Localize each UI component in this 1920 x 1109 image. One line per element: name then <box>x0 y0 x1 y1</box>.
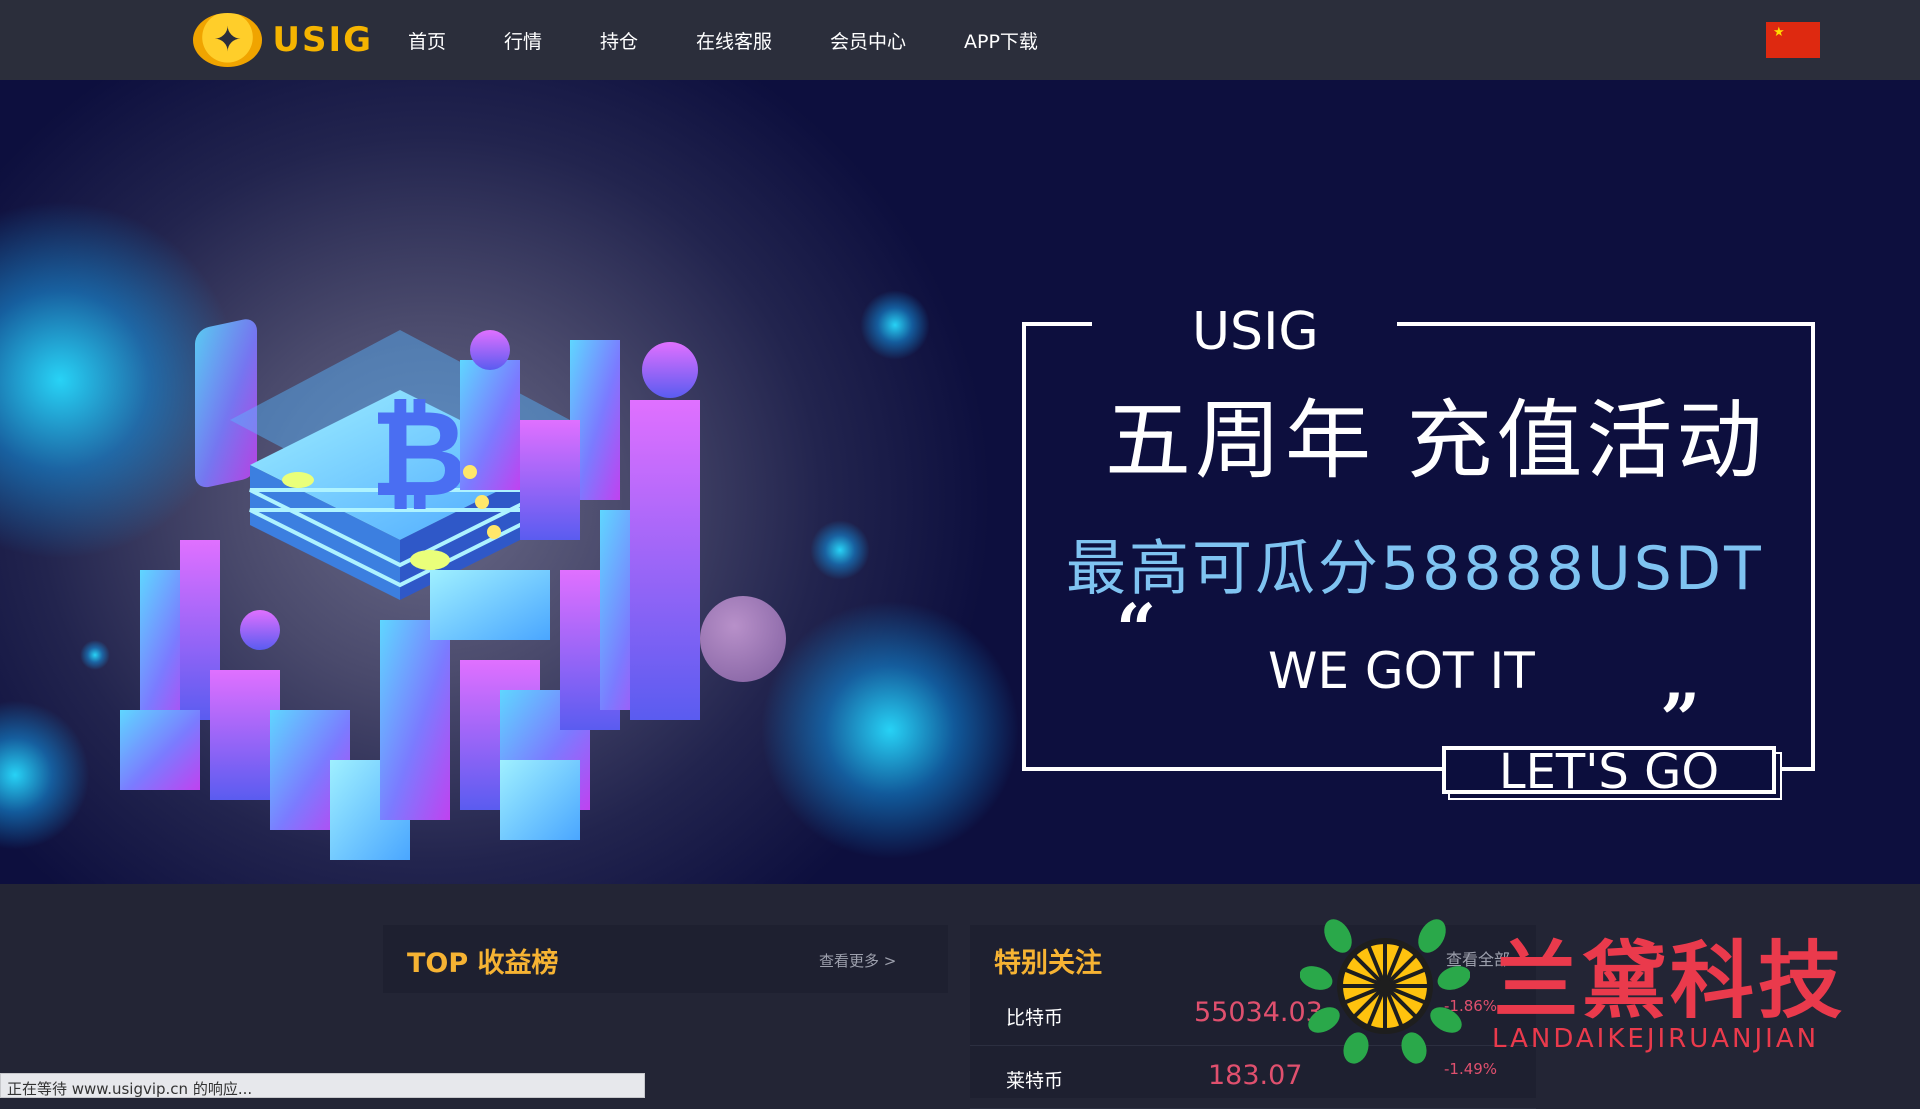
nav-app-download[interactable]: APP下载 <box>964 27 1084 54</box>
promo-banner[interactable]: ₿ USIG 五周年 充值活动 最高可瓜分58888USDT “ WE GOT … <box>0 80 1920 884</box>
nav-market[interactable]: 行情 <box>504 27 600 54</box>
watermark-logo: 兰黛科技 LANDAIKEJIRUANJIAN <box>1296 906 1896 1066</box>
brand-name: USIG <box>272 20 373 60</box>
nav-home[interactable]: 首页 <box>408 27 504 54</box>
logo-star-icon <box>193 13 263 67</box>
promo-subtitle: 最高可瓜分58888USDT <box>1066 534 1764 604</box>
orange-slice-emblem-icon <box>1300 919 1470 1064</box>
frame-edge <box>1397 322 1815 326</box>
brand-logo[interactable]: USIG <box>193 12 373 68</box>
top-earnings-panel: TOP 收益榜 查看更多 > <box>383 925 948 993</box>
decor-glow <box>0 700 90 850</box>
top-navbar: USIG 首页 行情 持仓 在线客服 会员中心 APP下载 ★ <box>0 0 1920 80</box>
promo-title: 五周年 充值活动 <box>1105 391 1767 491</box>
promo-tagline: WE GOT IT <box>1268 642 1535 700</box>
special-watch-title: 特别关注 <box>994 948 1102 979</box>
nav-positions[interactable]: 持仓 <box>600 27 696 54</box>
frame-edge <box>1022 322 1092 326</box>
browser-status-bar: 正在等待 www.usigvip.cn 的响应... <box>0 1073 645 1098</box>
view-more-link[interactable]: 查看更多 > <box>819 950 896 971</box>
coin-name: 莱特币 <box>1006 1070 1064 1092</box>
top-earnings-title: TOP 收益榜 <box>407 948 559 979</box>
lets-go-button[interactable]: LET'S GO <box>1442 746 1776 796</box>
language-flag-icon[interactable]: ★ <box>1766 22 1820 58</box>
decor-glow <box>860 290 930 360</box>
promo-brand: USIG <box>1192 302 1319 362</box>
open-quote-mark: “ <box>1116 588 1157 671</box>
main-nav: 首页 行情 持仓 在线客服 会员中心 APP下载 <box>408 0 1084 80</box>
watermark-cn-text: 兰黛科技 <box>1494 932 1847 1030</box>
svg-text:₿: ₿ <box>370 385 468 524</box>
watermark-en-text: LANDAIKEJIRUANJIAN <box>1492 1024 1820 1054</box>
nav-member-center[interactable]: 会员中心 <box>830 27 964 54</box>
coin-price: 183.07 <box>1208 1060 1303 1091</box>
coin-name: 比特币 <box>1006 1007 1064 1029</box>
status-text: 正在等待 www.usigvip.cn 的响应... <box>7 1080 253 1098</box>
isometric-bitcoin-city-illustration: ₿ <box>120 319 700 860</box>
nav-online-support[interactable]: 在线客服 <box>696 27 830 54</box>
